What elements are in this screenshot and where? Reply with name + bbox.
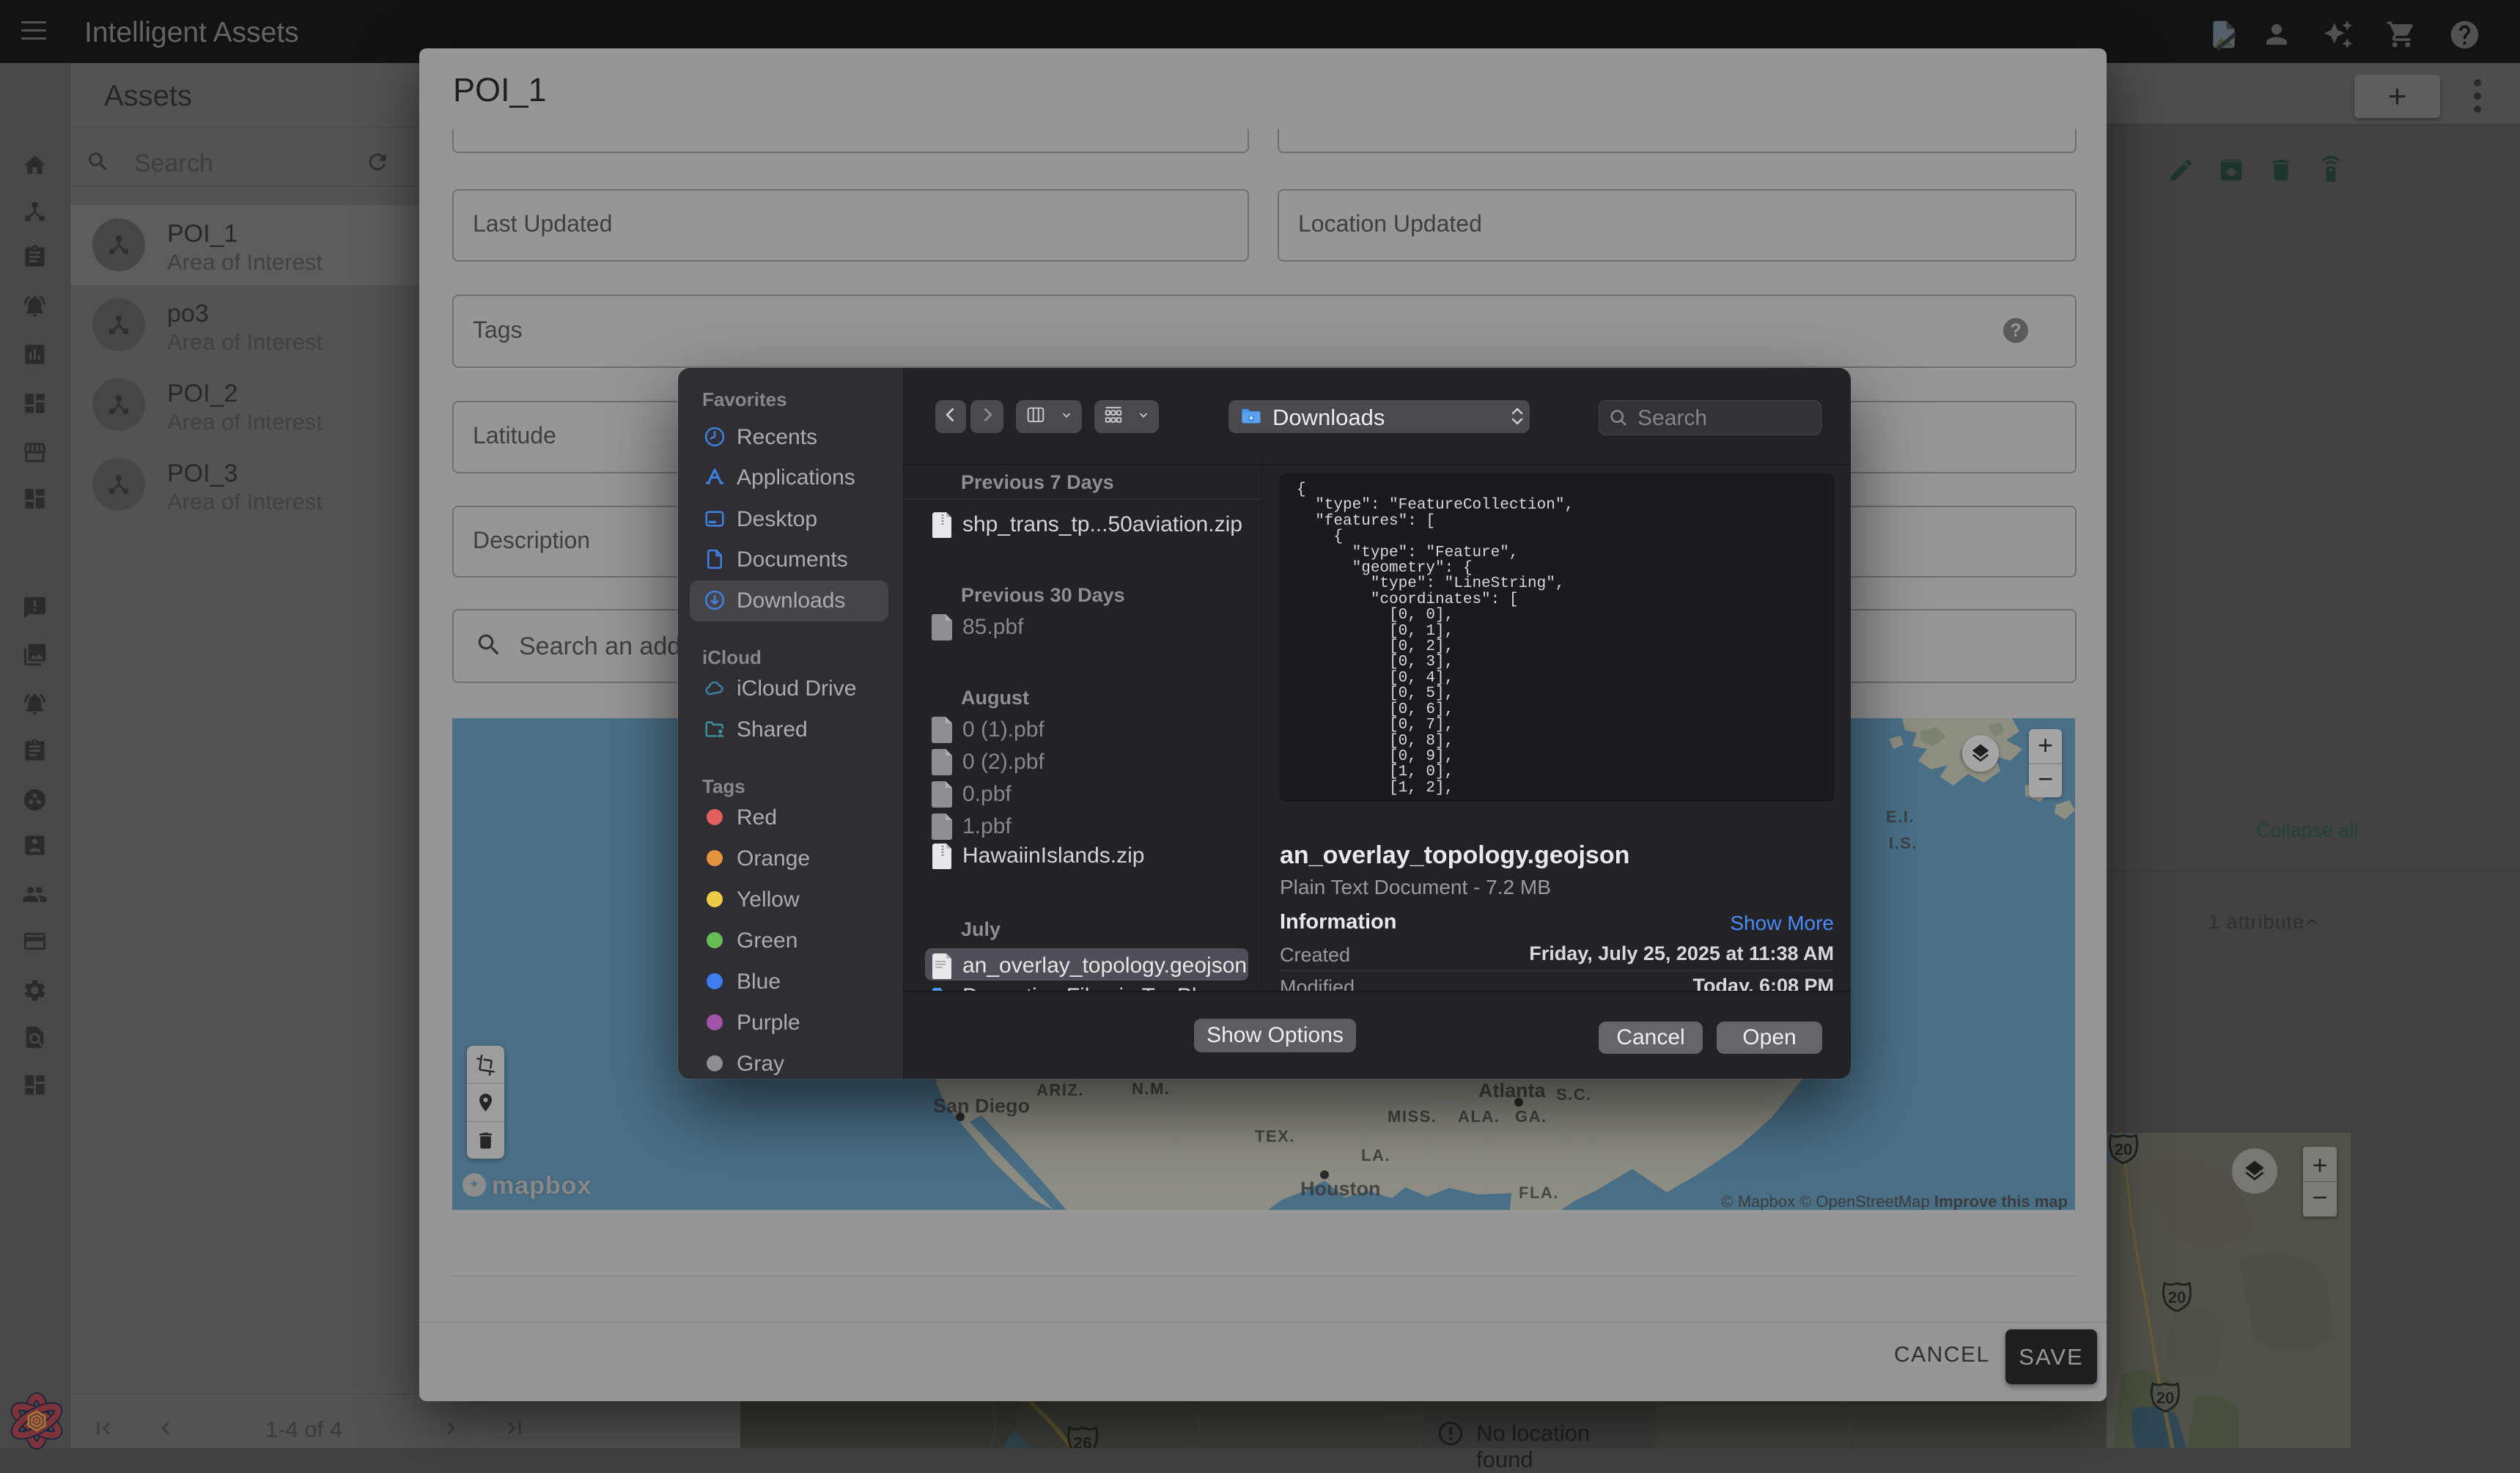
svg-text:20: 20	[2115, 1140, 2132, 1159]
svg-text:20: 20	[2156, 1389, 2174, 1407]
svg-text:20: 20	[2168, 1288, 2186, 1307]
svg-text:26: 26	[1073, 1433, 1092, 1448]
